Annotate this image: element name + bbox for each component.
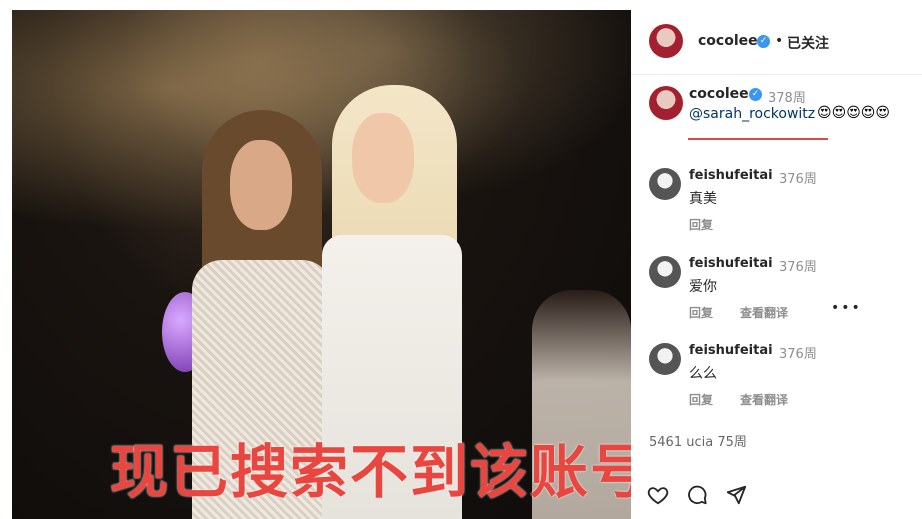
post-actions: [647, 484, 759, 506]
comment-icon[interactable]: [686, 484, 708, 506]
comment-username[interactable]: feishufeitai: [689, 343, 773, 358]
heart-icon[interactable]: [647, 484, 669, 506]
see-translation-button[interactable]: 查看翻译: [740, 304, 788, 321]
comment-text: 么么: [689, 366, 717, 382]
comment-time: 376周: [779, 172, 817, 187]
caption-username[interactable]: cocolee: [689, 86, 749, 102]
verified-icon: ✓: [757, 35, 770, 48]
caption-time: 378周: [768, 91, 806, 106]
partial-comment: 5461 ucia 75周: [649, 435, 747, 450]
comment-text: 爱你: [689, 279, 717, 295]
comment-time: 376周: [779, 347, 817, 362]
comment-text: 真美: [689, 191, 717, 207]
comment-avatar[interactable]: [649, 256, 681, 288]
more-options-icon[interactable]: •••: [831, 300, 862, 316]
overlay-caption: 现已搜索不到该账号: [110, 438, 651, 506]
comment-avatar[interactable]: [649, 343, 681, 375]
comment-avatar[interactable]: [649, 168, 681, 200]
reply-button[interactable]: 回复: [689, 216, 713, 233]
avatar[interactable]: [649, 24, 683, 58]
caption-avatar[interactable]: [649, 86, 683, 120]
header-username[interactable]: cocolee: [698, 33, 758, 49]
separator-dot: •: [775, 33, 784, 49]
post-header: cocolee ✓ • 已关注: [631, 0, 922, 75]
comment-username[interactable]: feishufeitai: [689, 256, 773, 271]
highlight-underline: [688, 138, 828, 140]
share-icon[interactable]: [725, 484, 747, 506]
post-side-panel: cocolee ✓ • 已关注 cocolee ✓ 378周 @sarah_ro…: [631, 0, 922, 519]
reply-button[interactable]: 回复: [689, 304, 713, 321]
comment-time: 376周: [779, 260, 817, 275]
verified-icon: ✓: [749, 88, 762, 101]
caption-emojis: 😍😍😍😍😍: [817, 105, 890, 121]
see-translation-button[interactable]: 查看翻译: [740, 391, 788, 408]
follow-status[interactable]: 已关注: [787, 33, 829, 53]
comment-username[interactable]: feishufeitai: [689, 168, 773, 183]
caption-mention[interactable]: @sarah_rockowitz: [689, 106, 815, 122]
reply-button[interactable]: 回复: [689, 391, 713, 408]
